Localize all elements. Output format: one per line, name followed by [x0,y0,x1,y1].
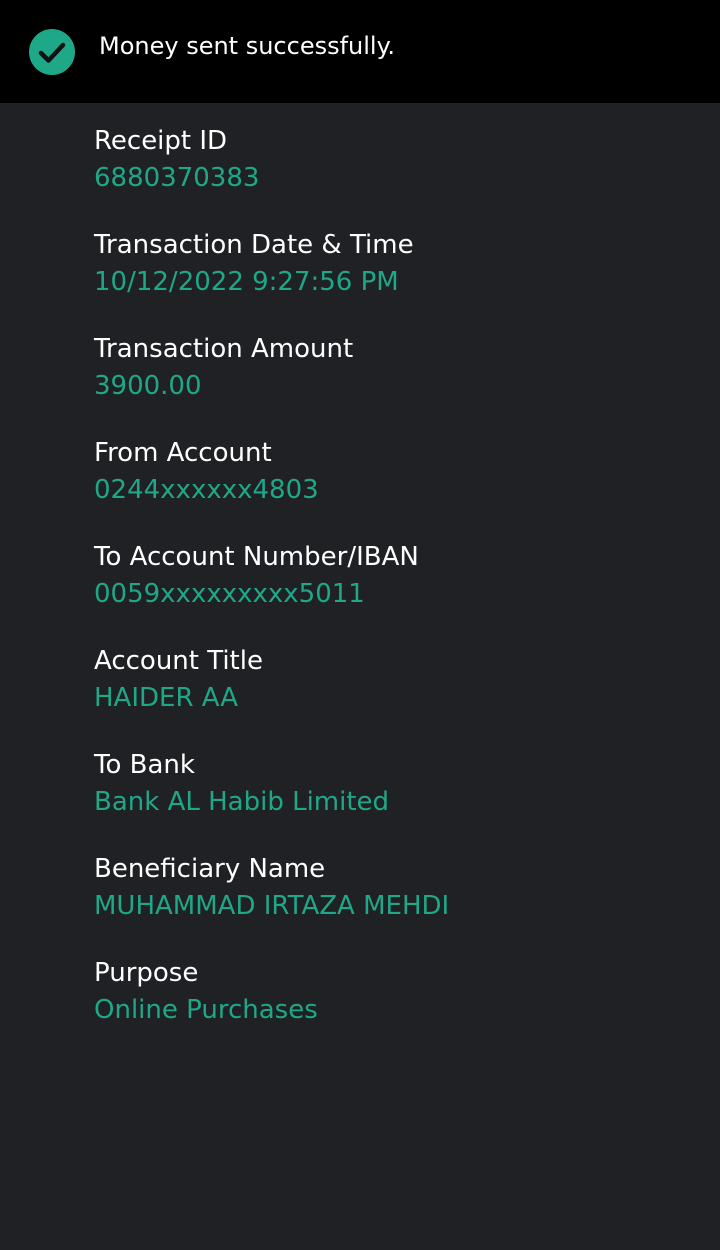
transaction-amount-field: Transaction Amount 3900.00 [94,331,694,435]
purpose-label: Purpose [94,958,199,988]
from-account-value: 0244xxxxxx4803 [94,475,319,505]
from-account-field: From Account 0244xxxxxx4803 [94,435,694,539]
account-title-label: Account Title [94,646,263,676]
receipt-id-value: 6880370383 [94,163,260,193]
transaction-date-time-label: Transaction Date & Time [94,230,414,260]
check-circle-icon [29,29,75,75]
account-title-field: Account Title HAIDER AA [94,643,694,747]
from-account-label: From Account [94,438,272,468]
to-bank-value: Bank AL Habib Limited [94,787,390,817]
to-account-value: 0059xxxxxxxxx5011 [94,579,365,609]
success-banner: Money sent successfully. [0,0,720,103]
purpose-field: Purpose Online Purchases [94,955,694,1059]
success-message: Money sent successfully. [99,32,396,60]
to-account-field: To Account Number/IBAN 0059xxxxxxxxx5011 [94,539,694,643]
beneficiary-name-field: Beneficiary Name MUHAMMAD IRTAZA MEHDI [94,851,694,955]
to-bank-field: To Bank Bank AL Habib Limited [94,747,694,851]
to-account-label: To Account Number/IBAN [94,542,419,572]
receipt-id-label: Receipt ID [94,126,228,156]
transaction-date-time-value: 10/12/2022 9:27:56 PM [94,267,399,297]
receipt-id-field: Receipt ID 6880370383 [94,123,694,227]
receipt-details: Receipt ID 6880370383 Transaction Date &… [94,123,694,1059]
transaction-amount-label: Transaction Amount [94,334,354,364]
purpose-value: Online Purchases [94,995,318,1025]
beneficiary-name-label: Beneficiary Name [94,854,326,884]
transaction-amount-value: 3900.00 [94,371,202,401]
account-title-value: HAIDER AA [94,683,239,713]
beneficiary-name-value: MUHAMMAD IRTAZA MEHDI [94,891,450,921]
to-bank-label: To Bank [94,750,195,780]
transaction-date-time-field: Transaction Date & Time 10/12/2022 9:27:… [94,227,694,331]
